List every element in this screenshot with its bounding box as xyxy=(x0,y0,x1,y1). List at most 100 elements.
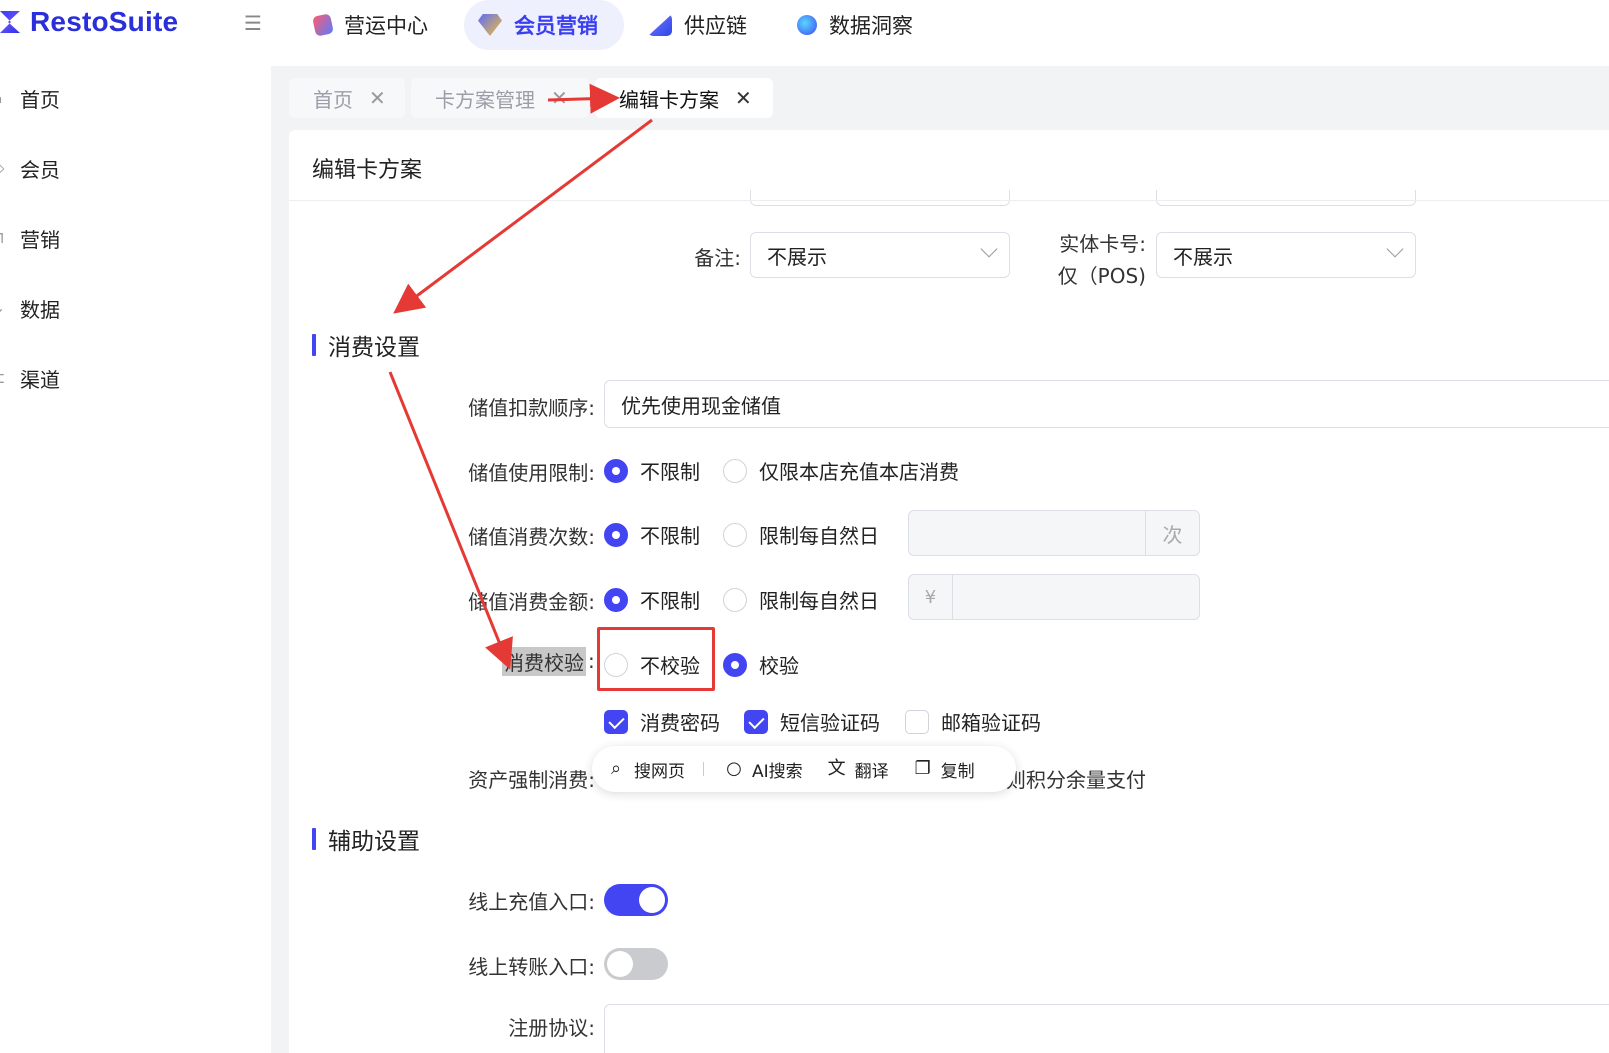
online-recharge-toggle[interactable] xyxy=(604,884,668,916)
radio-circle xyxy=(723,458,747,483)
checkbox-label: 短信验证码 xyxy=(780,711,880,735)
logo-mark-icon xyxy=(0,7,22,37)
ai-search-button[interactable]: ○ AI搜索 xyxy=(724,757,803,782)
page-title: 编辑卡方案 xyxy=(312,158,423,183)
section-bar xyxy=(312,828,316,850)
member-marketing-icon xyxy=(478,14,502,36)
web-search-icon: ⌕ xyxy=(610,758,622,779)
logo[interactable]: RestoSuite xyxy=(0,4,178,40)
chart-icon: ⌄ xyxy=(0,299,10,317)
checkbox-box xyxy=(604,709,628,734)
topnav-label: 营运中心 xyxy=(344,14,428,38)
close-icon[interactable]: ✕ xyxy=(369,86,386,110)
use-limit-unlimited-radio[interactable]: 不限制 xyxy=(604,456,700,485)
menu-collapse-icon[interactable]: ☰ xyxy=(244,12,268,34)
search-web-button[interactable]: ⌕ 搜网页 xyxy=(606,757,685,782)
select-fragment xyxy=(750,190,1010,206)
topnav-supply-chain[interactable]: 供应链 xyxy=(634,0,773,50)
popup-divider xyxy=(703,762,704,776)
sidebar-item-data[interactable]: ⌄ 数据 xyxy=(0,288,60,328)
copy-button[interactable]: ❐ 复制 xyxy=(913,757,975,782)
tag-icon: ◇ xyxy=(0,159,10,177)
translate-icon: 文 xyxy=(827,758,846,779)
radio-label: 仅限本店充值本店消费 xyxy=(759,460,959,484)
radio-circle xyxy=(604,587,628,612)
topnav-data-insight[interactable]: 数据洞察 xyxy=(783,0,939,50)
section-consume-settings: 消费设置 xyxy=(312,328,420,362)
popup-label: 搜网页 xyxy=(634,761,685,782)
topnav-member-marketing[interactable]: 会员营销 xyxy=(464,0,624,50)
translate-button[interactable]: 文 翻译 xyxy=(827,757,889,782)
count-daily-limit-radio[interactable]: 限制每自然日 xyxy=(723,520,879,549)
sidebar-item-marketing[interactable]: ⊓ 营销 xyxy=(0,218,60,258)
amount-limit-field[interactable] xyxy=(953,575,1199,619)
text-selection-popup: ⌕ 搜网页 ○ AI搜索 文 翻译 ❐ 复制 xyxy=(592,746,1016,792)
content-panel: 编辑卡方案 备注: 不展示 实体卡号: 仅（POS) 不展示 消费设置 储值扣款… xyxy=(289,130,1609,1053)
deduct-order-label: 储值扣款顺序: xyxy=(468,396,595,420)
verify-radio[interactable]: 校验 xyxy=(723,650,799,679)
online-transfer-toggle[interactable] xyxy=(604,948,668,980)
sidebar-item-label: 数据 xyxy=(20,297,60,322)
topnav-operations[interactable]: 营运中心 xyxy=(300,0,454,50)
channel-icon: ⊏ xyxy=(0,369,10,387)
topnav-label: 会员营销 xyxy=(514,14,598,38)
card-no-label: 实体卡号: xyxy=(1059,232,1146,256)
online-transfer-label: 线上转账入口: xyxy=(468,955,595,979)
amount-label: 储值消费金额: xyxy=(468,590,595,614)
gift-icon: ⊓ xyxy=(0,229,10,247)
count-limit-field[interactable] xyxy=(909,511,1145,555)
register-agreement-input[interactable] xyxy=(604,1004,1609,1053)
verify-colon: : xyxy=(588,649,595,673)
use-limit-store-only-radio[interactable]: 仅限本店充值本店消费 xyxy=(723,456,959,485)
popup-label: 翻译 xyxy=(854,761,889,782)
remark-select[interactable]: 不展示 xyxy=(750,232,1010,278)
supply-chain-icon xyxy=(648,14,672,36)
tab-edit-card-plan[interactable]: 编辑卡方案 ✕ xyxy=(595,78,773,118)
currency-prefix: ¥ xyxy=(909,575,953,619)
sidebar-item-label: 营销 xyxy=(20,227,60,252)
force-consume-label: 资产强制消费: xyxy=(468,768,595,792)
amount-limit-input[interactable]: ¥ xyxy=(908,574,1200,620)
section-title-text: 辅助设置 xyxy=(328,829,420,855)
home-icon: ⌂ xyxy=(0,89,10,107)
deduct-order-input[interactable]: 优先使用现金储值 xyxy=(604,380,1609,428)
checkbox-label: 消费密码 xyxy=(640,711,720,735)
sidebar-item-home[interactable]: ⌂ 首页 xyxy=(0,78,60,118)
card-no-select[interactable]: 不展示 xyxy=(1156,232,1416,278)
logo-text: RestoSuite xyxy=(30,6,179,37)
section-title-text: 消费设置 xyxy=(328,335,420,361)
checkbox-box xyxy=(744,709,768,734)
popup-label: AI搜索 xyxy=(752,761,803,782)
annotation-highlight-box xyxy=(597,627,715,691)
verify-email-checkbox[interactable]: 邮箱验证码 xyxy=(905,707,1041,736)
chevron-down-icon xyxy=(980,240,998,258)
select-fragment xyxy=(1156,190,1416,206)
radio-label: 不限制 xyxy=(640,460,700,484)
toggle-knob xyxy=(607,951,633,977)
operations-icon xyxy=(312,13,334,37)
section-assist-settings: 辅助设置 xyxy=(312,822,420,856)
radio-label: 限制每自然日 xyxy=(759,524,879,548)
amount-daily-limit-radio[interactable]: 限制每自然日 xyxy=(723,585,879,614)
register-agreement-label: 注册协议: xyxy=(508,1016,595,1040)
radio-circle xyxy=(723,587,747,612)
page-tabs: 首页 ✕ 卡方案管理 ✕ 编辑卡方案 ✕ xyxy=(289,78,779,118)
popup-label: 复制 xyxy=(940,761,975,782)
radio-label: 限制每自然日 xyxy=(759,589,879,613)
tab-home[interactable]: 首页 ✕ xyxy=(289,78,405,118)
card-no-select-value: 不展示 xyxy=(1173,244,1233,269)
close-icon[interactable]: ✕ xyxy=(551,86,568,110)
close-icon[interactable]: ✕ xyxy=(735,86,752,110)
count-unlimited-radio[interactable]: 不限制 xyxy=(604,520,700,549)
verify-label: 消费校验 xyxy=(502,647,586,676)
sidebar-item-channel[interactable]: ⊏ 渠道 xyxy=(0,358,60,398)
count-limit-input[interactable]: 次 xyxy=(908,510,1200,556)
verify-password-checkbox[interactable]: 消费密码 xyxy=(604,707,720,736)
amount-unlimited-radio[interactable]: 不限制 xyxy=(604,585,700,614)
sidebar: ⌂ 首页 ◇ 会员 ⊓ 营销 ⌄ 数据 ⊏ 渠道 xyxy=(0,66,271,1053)
top-header: RestoSuite ☰ 营运中心 会员营销 供应链 数据洞察 xyxy=(0,0,1609,66)
sidebar-item-member[interactable]: ◇ 会员 xyxy=(0,148,60,188)
tab-card-plan-management[interactable]: 卡方案管理 ✕ xyxy=(411,78,589,118)
top-nav: 营运中心 会员营销 供应链 数据洞察 xyxy=(300,0,949,50)
verify-sms-checkbox[interactable]: 短信验证码 xyxy=(744,707,880,736)
